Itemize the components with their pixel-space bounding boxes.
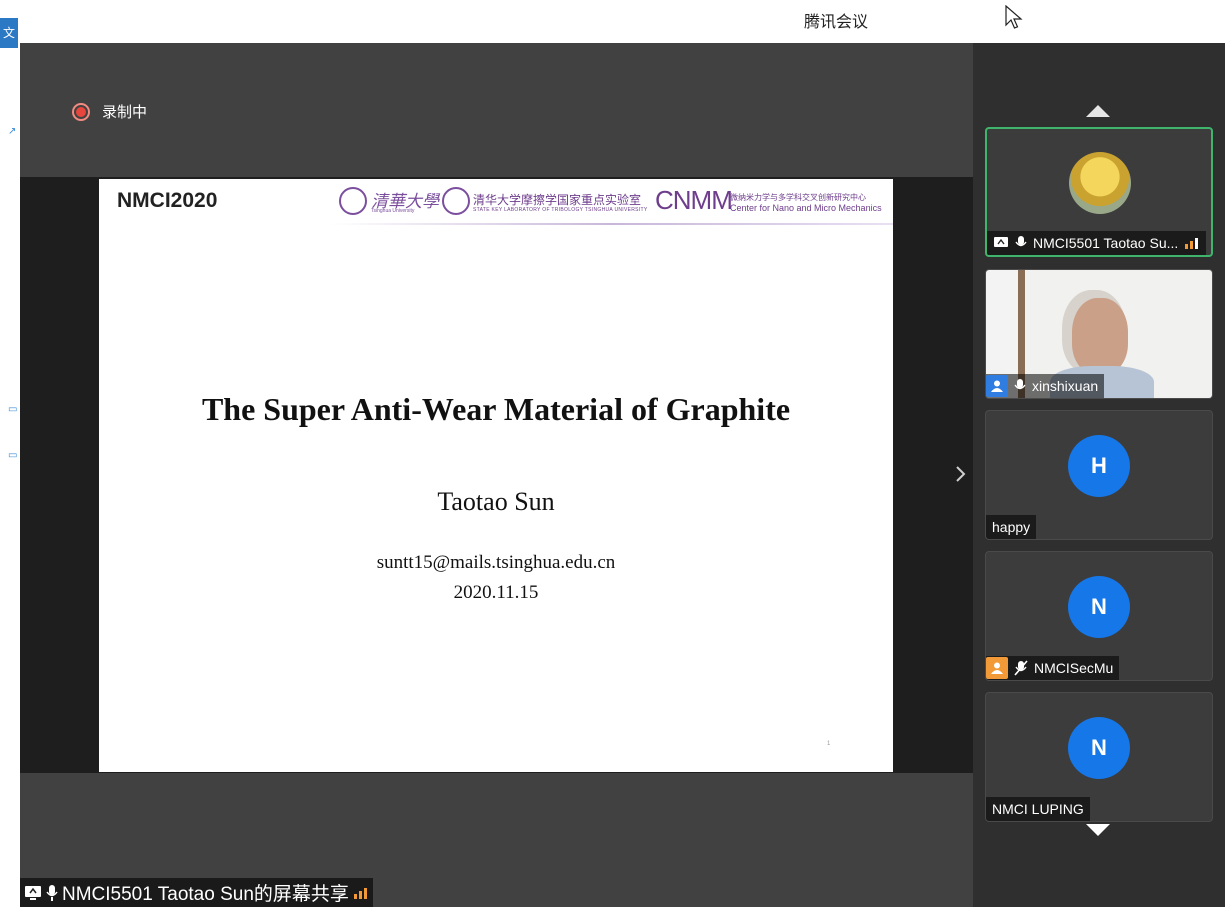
screen-share-status: NMCI5501 Taotao Sun的屏幕共享 (20, 878, 373, 907)
lab-logo-text: 清华大学摩擦学国家重点实验室 (473, 193, 642, 207)
recording-indicator[interactable]: 录制中 (72, 101, 147, 122)
participant-name: xinshixuan (1032, 378, 1099, 394)
slide-email: suntt15@mails.tsinghua.edu.cn (376, 552, 616, 573)
background-window-icon: ▭ (8, 450, 18, 461)
microphone-muted-icon (1014, 660, 1028, 676)
participant-name: happy (992, 519, 1031, 535)
signal-strength-icon (353, 887, 367, 899)
participant-face (1072, 298, 1128, 374)
participant-avatar: N (1068, 717, 1130, 779)
participant-name: NMCI5501 Taotao Su... (1033, 235, 1179, 251)
slide-author: Taotao Sun (437, 487, 555, 516)
background-tab[interactable]: 文件 (0, 18, 18, 48)
lab-emblem-icon (442, 187, 470, 215)
meeting-window: 腾讯会议 文件 ↗ ▭ ▭ 录制中 NMCI2020 清華大學 Tsinghua… (0, 0, 1225, 913)
tsinghua-logo-subtext: Tsinghua University (371, 208, 415, 214)
user-icon (986, 375, 1008, 397)
participant-tile-taotao[interactable]: NMCI5501 Taotao Su... (985, 127, 1213, 257)
participant-name-bar: NMCISecMu (986, 656, 1120, 680)
recording-label: 录制中 (102, 104, 148, 121)
chevron-right-icon[interactable] (954, 463, 970, 485)
microphone-icon (46, 884, 58, 901)
participant-tile-nmcisecmu[interactable]: N NMCISecMu (985, 551, 1213, 681)
app-title: 腾讯会议 (804, 14, 869, 31)
participant-tile-happy[interactable]: H happy (985, 410, 1213, 540)
user-icon (986, 657, 1008, 679)
participant-tile-nmci-luping[interactable]: N NMCI LUPING (985, 692, 1213, 822)
slide-title: The Super Anti-Wear Material of Graphite (201, 391, 791, 427)
cnmm-logo-en: Center for Nano and Micro Mechanics (730, 203, 882, 213)
tsinghua-emblem-icon (339, 187, 367, 215)
background-arrow-icon: ↗ (8, 126, 17, 137)
scroll-down-icon[interactable] (1086, 824, 1110, 836)
conference-logo-text: NMCI2020 (117, 189, 218, 212)
cnmm-logo: CNMM (655, 185, 733, 215)
participant-name: NMCI LUPING (992, 801, 1084, 817)
scroll-up-icon[interactable] (1086, 105, 1110, 117)
background-window-strip: 文件 ↗ ▭ ▭ (0, 0, 20, 913)
lab-logo-subtext: STATE KEY LABORATORY OF TRIBOLOGY TSINGH… (473, 207, 648, 213)
title-bar: 腾讯会议 (0, 0, 1225, 43)
mouse-cursor-icon (1005, 5, 1023, 29)
participant-name-bar: happy (986, 515, 1037, 539)
slide-page-number: 1 (827, 741, 831, 747)
participants-panel: NMCI5501 Taotao Su... xinshixuan H happy… (973, 43, 1225, 907)
main-stage: 录制中 NMCI2020 清華大學 Tsinghua University 清华… (20, 43, 973, 907)
screen-share-icon (994, 237, 1008, 247)
participant-name: NMCISecMu (1034, 660, 1114, 676)
shared-slide: NMCI2020 清華大學 Tsinghua University 清华大学摩擦… (99, 179, 893, 772)
record-icon (72, 102, 90, 121)
participant-name-bar: xinshixuan (986, 374, 1105, 398)
microphone-icon (1015, 236, 1027, 247)
slide-header: NMCI2020 清華大學 Tsinghua University 清华大学摩擦… (99, 179, 893, 225)
microphone-icon (1014, 379, 1026, 390)
header-divider (329, 223, 893, 225)
slide-date: 2020.11.15 (453, 582, 539, 603)
screen-share-icon (25, 885, 41, 900)
signal-strength-icon (1185, 238, 1199, 249)
participant-name-bar: NMCI LUPING (986, 797, 1090, 821)
participant-avatar-photo (1069, 152, 1131, 214)
participant-name-bar: NMCI5501 Taotao Su... (987, 231, 1207, 255)
background-monitor-icon: ▭ (8, 404, 18, 415)
participant-tile-xinshixuan[interactable]: xinshixuan (985, 269, 1213, 399)
screen-share-label: NMCI5501 Taotao Sun的屏幕共享 (62, 884, 349, 905)
participant-avatar: N (1068, 576, 1130, 638)
cnmm-logo-cn: 微纳米力学与多学科交叉创新研究中心 (730, 193, 866, 202)
participant-avatar: H (1068, 435, 1130, 497)
